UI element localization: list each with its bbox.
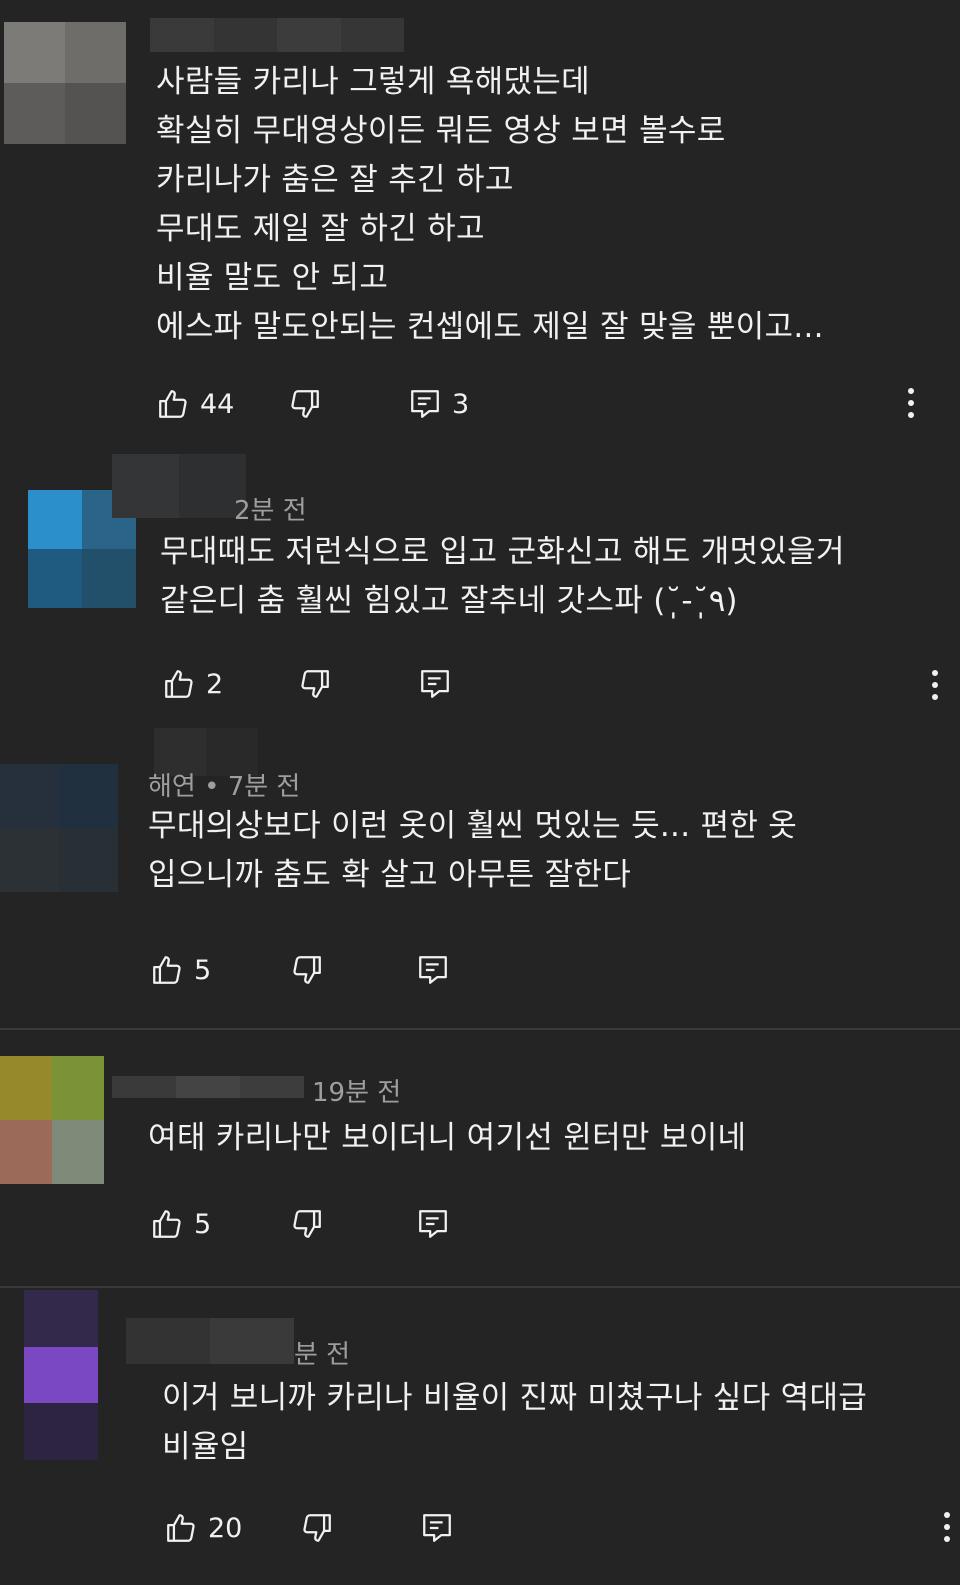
reply-icon <box>411 390 439 418</box>
thumbs-up-icon <box>153 1210 181 1238</box>
more-vert-icon[interactable] <box>908 388 916 422</box>
thumbs-up-icon <box>167 1514 195 1542</box>
thumbs-down-icon <box>291 390 319 418</box>
username-blurred[interactable] <box>126 1318 294 1364</box>
more-vert-icon[interactable] <box>932 670 940 704</box>
comment-timestamp: 19분 전 <box>312 1078 402 1108</box>
comment-timestamp: 분 전 <box>294 1340 351 1370</box>
reply-button[interactable]: 3 <box>408 384 469 424</box>
comment-text: 이거 보니까 카리나 비율이 진짜 미쳤구나 싶다 역대급 비율임 <box>162 1380 868 1465</box>
divider <box>0 1286 960 1288</box>
dislike-button[interactable] <box>290 950 324 990</box>
dislike-button[interactable] <box>300 1508 334 1548</box>
reply-icon <box>419 1210 447 1238</box>
like-count: 20 <box>208 1512 243 1544</box>
thumbs-up-icon <box>159 390 187 418</box>
reply-icon <box>419 956 447 984</box>
dislike-button[interactable] <box>290 1204 324 1244</box>
thumbs-down-icon <box>301 670 329 698</box>
thumbs-up-icon <box>165 670 193 698</box>
username-blurred[interactable] <box>150 18 404 52</box>
divider <box>0 1028 960 1030</box>
comment-text: 무대때도 저런식으로 입고 군화신고 해도 개멋있을거 같은디 춤 훨씬 힘있고… <box>160 534 845 619</box>
reply-button[interactable] <box>420 1508 454 1548</box>
comment-actions: 20 <box>164 1508 954 1548</box>
avatar[interactable] <box>4 22 126 144</box>
comment-actions: 5 <box>150 950 950 990</box>
comment-text: 여태 카리나만 보이더니 여기선 윈터만 보이네 <box>148 1120 747 1156</box>
reply-count: 3 <box>452 388 470 420</box>
like-button[interactable]: 20 <box>164 1508 242 1548</box>
like-count: 5 <box>194 954 212 986</box>
comment-actions: 2 <box>162 664 952 704</box>
like-button[interactable]: 5 <box>150 1204 211 1244</box>
comment-timestamp: 2분 전 <box>234 496 307 526</box>
reply-icon <box>421 670 449 698</box>
reply-button[interactable] <box>416 1204 450 1244</box>
comment-actions: 5 <box>150 1204 950 1244</box>
comment-actions: 44 3 <box>156 384 956 424</box>
like-count: 2 <box>206 668 224 700</box>
thumbs-down-icon <box>303 1514 331 1542</box>
reply-button[interactable] <box>418 664 452 704</box>
username-blurred[interactable] <box>112 454 246 518</box>
avatar[interactable] <box>24 1290 98 1460</box>
more-vert-icon[interactable] <box>944 1512 952 1546</box>
comment-text: 무대의상보다 이런 옷이 훨씬 멋있는 듯... 편한 옷 입으니까 춤도 확 … <box>148 808 798 893</box>
like-button[interactable]: 2 <box>162 664 223 704</box>
username-blurred[interactable] <box>112 1076 304 1098</box>
thumbs-down-icon <box>293 1210 321 1238</box>
thumbs-up-icon <box>153 956 181 984</box>
avatar[interactable] <box>0 764 118 892</box>
like-button[interactable]: 44 <box>156 384 234 424</box>
dislike-button[interactable] <box>288 384 322 424</box>
reply-icon <box>423 1514 451 1542</box>
comment-timestamp: 해연 • 7분 전 <box>148 772 301 802</box>
comment-text: 사람들 카리나 그렇게 욕해댔는데 확실히 무대영상이든 뭐든 영상 보면 볼수… <box>156 64 824 345</box>
reply-button[interactable] <box>416 950 450 990</box>
dislike-button[interactable] <box>298 664 332 704</box>
avatar[interactable] <box>0 1056 104 1184</box>
like-count: 5 <box>194 1208 212 1240</box>
thumbs-down-icon <box>293 956 321 984</box>
like-count: 44 <box>200 388 235 420</box>
like-button[interactable]: 5 <box>150 950 211 990</box>
